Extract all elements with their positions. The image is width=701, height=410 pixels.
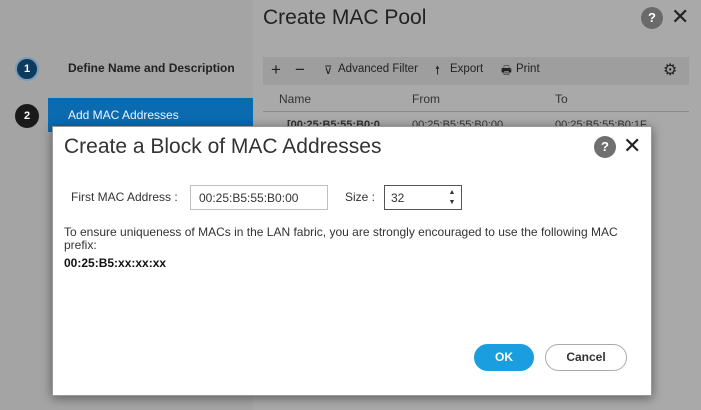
close-icon[interactable]: ✕ [623,135,641,157]
step-number-1: 1 [15,57,39,81]
dialog-title: Create a Block of MAC Addresses [64,135,382,158]
advanced-filter-button[interactable]: Advanced Filter [338,63,418,75]
size-stepper: ▲ ▼ [384,185,462,210]
ok-button[interactable]: OK [474,344,534,371]
column-header-from[interactable]: From [412,92,440,106]
create-mac-block-dialog: Create a Block of MAC Addresses ? ✕ Firs… [52,126,652,396]
column-header-to[interactable]: To [555,92,568,106]
spin-down-icon[interactable]: ▼ [445,197,459,208]
wizard-step-define-name[interactable]: Define Name and Description [48,51,253,85]
size-label: Size : [345,190,376,204]
page-title: Create MAC Pool [263,6,427,29]
remove-icon[interactable]: − [295,60,305,80]
table-toolbar: + − ⊽ Advanced Filter 🠕 Export 🖶 Print ⚙ [263,57,689,85]
close-icon[interactable]: ✕ [671,6,689,28]
uniqueness-notice: To ensure uniqueness of MACs in the LAN … [64,225,618,252]
print-icon: 🖶 [501,65,512,77]
export-button[interactable]: Export [450,63,483,75]
filter-icon: ⊽ [324,65,333,77]
export-icon: 🠕 [435,65,440,77]
help-icon[interactable]: ? [641,7,663,29]
gear-icon[interactable]: ⚙ [663,60,677,80]
wizard-step-label: Define Name and Description [68,61,235,75]
column-header-name[interactable]: Name [279,92,311,106]
print-button[interactable]: Print [516,63,540,75]
header-divider [263,111,689,112]
add-icon[interactable]: + [271,60,281,80]
mac-prefix: 00:25:B5:xx:xx:xx [64,256,167,270]
first-mac-label: First MAC Address : [71,190,178,204]
help-icon[interactable]: ? [594,136,616,158]
step-number-2: 2 [15,104,39,128]
first-mac-input[interactable] [190,185,328,210]
size-input[interactable] [385,186,445,209]
cancel-button[interactable]: Cancel [545,344,627,371]
